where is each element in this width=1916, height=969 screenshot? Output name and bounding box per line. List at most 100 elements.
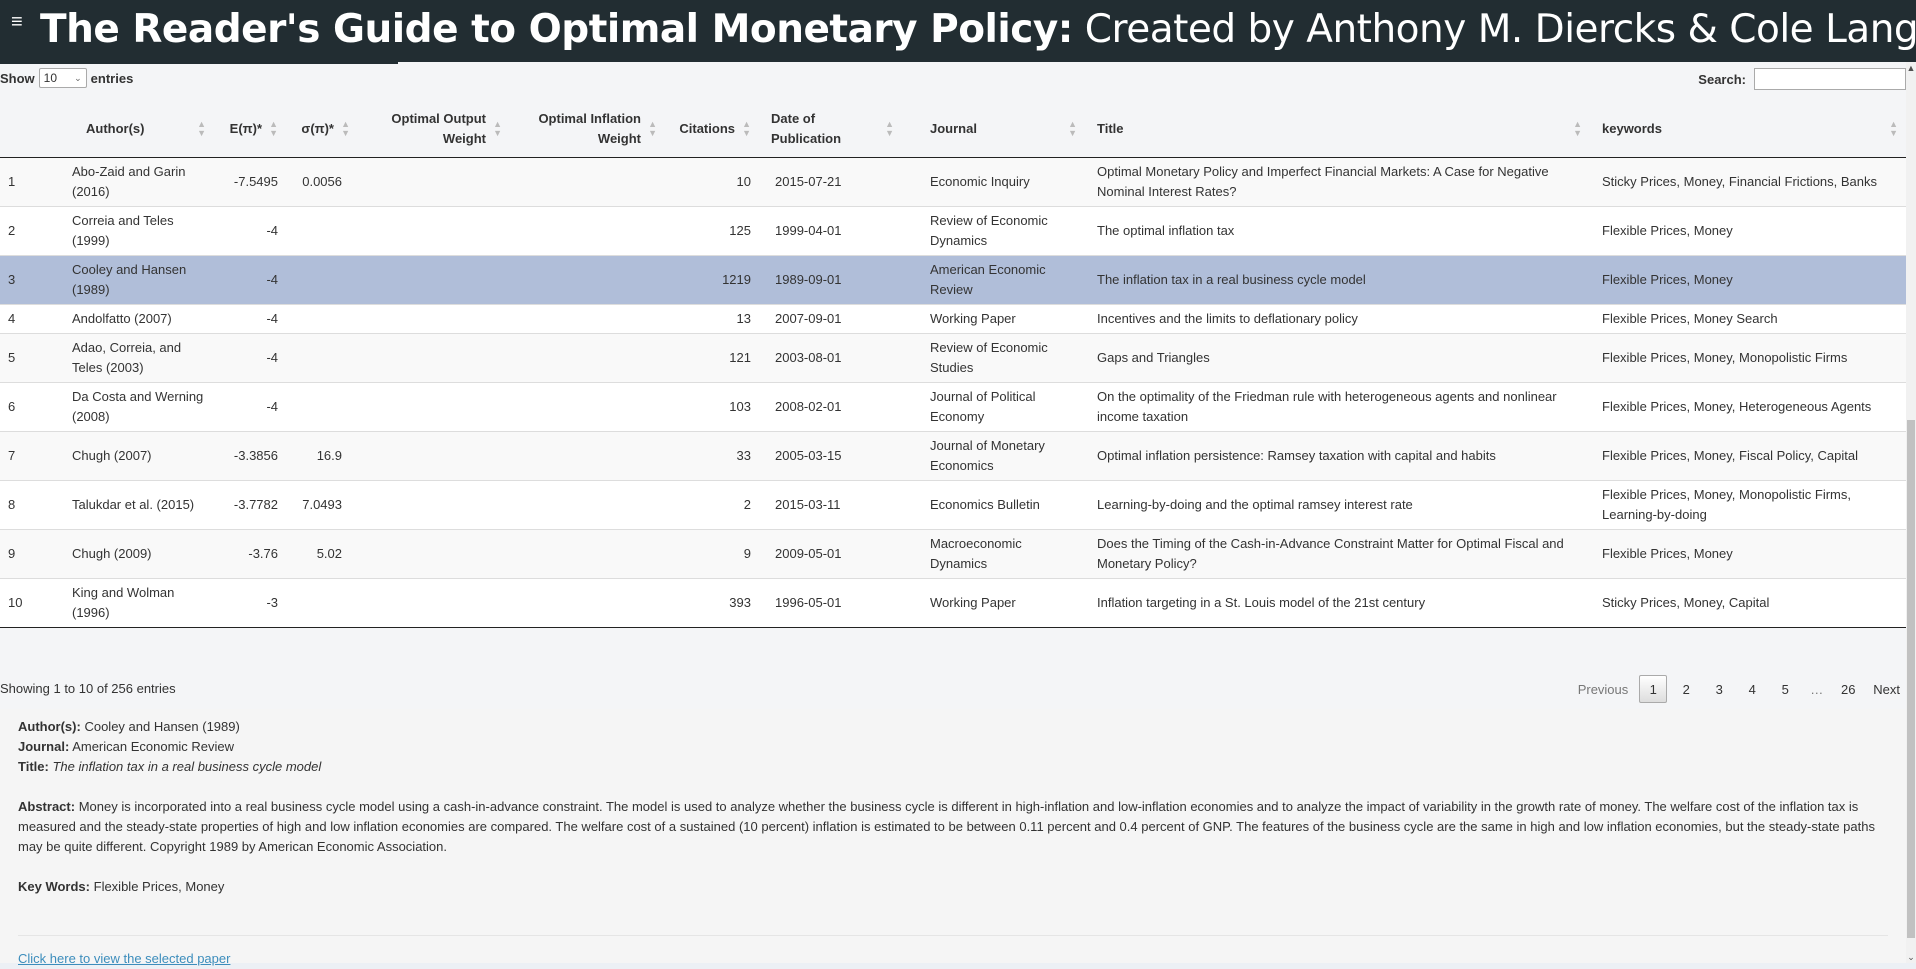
scroll-up-icon[interactable]: ▲ [1906,62,1916,74]
date-cell: 2009-05-01 [759,528,902,578]
search-input[interactable] [1754,68,1906,90]
column-header-date[interactable]: Date of Publication ▲ ▼ [759,102,902,158]
table-info: Showing 1 to 10 of 256 entries [0,681,176,696]
expected-inflation-cell: -3 [214,577,286,628]
hamburger-icon[interactable]: ≡ [11,12,23,32]
column-header-citations[interactable]: Citations ▲ ▼ [665,102,759,158]
author-cell: Abo-Zaid and Garin (2016) [36,156,214,206]
citations-cell: 103 [665,381,759,431]
page-scrollbar[interactable]: ▲ ⌄ [1906,62,1916,963]
row-index: 5 [0,332,36,382]
table-row[interactable]: 1 Abo-Zaid and Garin (2016) -7.5495 0.0056 1… [0,156,1906,206]
keywords-cell: Flexible Prices, Money [1590,254,1906,304]
row-index: 2 [0,205,36,255]
detail-abstract: Abstract: Money is incorporated into a r… [18,799,1875,854]
author-cell: Cooley and Hansen (1989) [36,254,214,304]
pagination-page-5[interactable]: 5 [1771,675,1799,703]
citations-cell: 33 [665,430,759,480]
table-row[interactable]: 8 Talukdar et al. (2015) -3.7782 7.0493 2 201… [0,479,1906,529]
table-row[interactable]: 7 Chugh (2007) -3.3856 16.9 33 2005-03-15 Jour… [0,430,1906,480]
table-row[interactable]: 3 Cooley and Hansen (1989) -4 1219 1989-09-0… [0,254,1906,304]
column-header-keywords[interactable]: keywords ▲ ▼ [1590,102,1906,158]
pagination-next[interactable]: Next [1867,675,1906,703]
detail-journal: Journal: American Economic Review [18,739,235,754]
pagination-page-3[interactable]: 3 [1705,675,1733,703]
column-header-journal[interactable]: Journal ▲ ▼ [902,102,1085,158]
inflation-sd-cell [286,205,358,255]
pagination-page-2[interactable]: 2 [1672,675,1700,703]
row-index: 7 [0,430,36,480]
author-cell: Adao, Correia, and Teles (2003) [36,332,214,382]
inflation-weight-cell [510,479,665,529]
title-cell: Inflation targeting in a St. Louis model… [1085,577,1590,628]
journal-cell: Review of Economic Studies [902,332,1085,382]
pagination-page-1[interactable]: 1 [1639,675,1668,703]
inflation-weight-cell [510,528,665,578]
pagination-previous[interactable]: Previous [1572,675,1635,703]
expected-inflation-cell: -4 [214,254,286,304]
inflation-sd-cell [286,381,358,431]
column-header-inflation-weight[interactable]: Optimal Inflation Weight ▲ ▼ [510,102,665,158]
date-cell: 2015-07-21 [759,156,902,206]
table-row[interactable]: 10 King and Wolman (1996) -3 393 1996-05-01 W… [0,577,1906,628]
table-row[interactable]: 4 Andolfatto (2007) -4 13 2007-09-01 Working … [0,303,1906,333]
tab-underline [0,62,398,64]
column-header-inflation-sd[interactable]: σ(π)* ▲ ▼ [286,102,358,158]
inflation-weight-cell [510,156,665,206]
journal-cell: Economics Bulletin [902,479,1085,529]
column-header-expected-inflation[interactable]: E(π)* ▲ ▼ [214,102,286,158]
column-header-title[interactable]: Title ▲ ▼ [1085,102,1590,158]
column-header-output-weight[interactable]: Optimal Output Weight ▲ ▼ [358,102,510,158]
title-cell: Optimal inflation persistence: Ramsey ta… [1085,430,1590,480]
table-row[interactable]: 6 Da Costa and Werning (2008) -4 103 2008-02… [0,381,1906,431]
citations-cell: 121 [665,332,759,382]
inflation-weight-cell [510,332,665,382]
sort-icon: ▲ ▼ [341,119,350,139]
search-label: Search: [1698,71,1746,87]
author-cell: Talukdar et al. (2015) [36,479,214,529]
journal-cell: Journal of Political Economy [902,381,1085,431]
row-index: 4 [0,303,36,333]
journal-cell: Working Paper [902,577,1085,628]
pagination-page-last[interactable]: 26 [1834,675,1862,703]
main-content: Show 10 ⌄ entries Search: Author(s) ▲ ▼ E(… [0,62,1906,966]
entries-select[interactable]: 10 ⌄ [38,68,87,88]
date-cell: 1989-09-01 [759,254,902,304]
inflation-sd-cell [286,254,358,304]
view-paper-link[interactable]: Click here to view the selected paper [18,949,230,969]
detail-title: Title: The inflation tax in a real busin… [18,759,322,774]
inflation-sd-cell [286,303,358,333]
entries-select-value: 10 [43,71,58,85]
date-cell: 2003-08-01 [759,332,902,382]
scroll-down-icon[interactable]: ⌄ [1906,951,1916,963]
sort-icon: ▲ ▼ [1068,119,1077,139]
output-weight-cell [358,205,510,255]
inflation-sd-cell: 7.0493 [286,479,358,529]
row-index: 3 [0,254,36,304]
expected-inflation-cell: -4 [214,381,286,431]
table-row[interactable]: 9 Chugh (2009) -3.76 5.02 9 2009-05-01 Macroec… [0,528,1906,578]
output-weight-cell [358,528,510,578]
expected-inflation-cell: -4 [214,332,286,382]
output-weight-cell [358,381,510,431]
output-weight-cell [358,430,510,480]
journal-cell: American Economic Review [902,254,1085,304]
pagination-page-4[interactable]: 4 [1738,675,1766,703]
inflation-weight-cell [510,381,665,431]
title-cell: The optimal inflation tax [1085,205,1590,255]
column-header-index[interactable] [0,102,36,158]
table-header-row: Author(s) ▲ ▼ E(π)* ▲ ▼ σ(π)* ▲ ▼ Optimal Outp… [0,102,1906,158]
author-cell: King and Wolman (1996) [36,577,214,628]
journal-cell: Journal of Monetary Economics [902,430,1085,480]
date-cell: 2007-09-01 [759,303,902,333]
table-row[interactable]: 2 Correia and Teles (1999) -4 125 1999-04-01… [0,205,1906,255]
scrollbar-thumb[interactable] [1907,420,1915,938]
title-cell: Incentives and the limits to deflationar… [1085,303,1590,333]
author-cell: Chugh (2007) [36,430,214,480]
column-header-authors[interactable]: Author(s) ▲ ▼ [36,102,214,158]
title-cell: On the optimality of the Friedman rule w… [1085,381,1590,431]
output-weight-cell [358,156,510,206]
papers-table: Author(s) ▲ ▼ E(π)* ▲ ▼ σ(π)* ▲ ▼ Optimal Outp… [0,102,1906,628]
citations-cell: 1219 [665,254,759,304]
table-row[interactable]: 5 Adao, Correia, and Teles (2003) -4 121 200… [0,332,1906,382]
